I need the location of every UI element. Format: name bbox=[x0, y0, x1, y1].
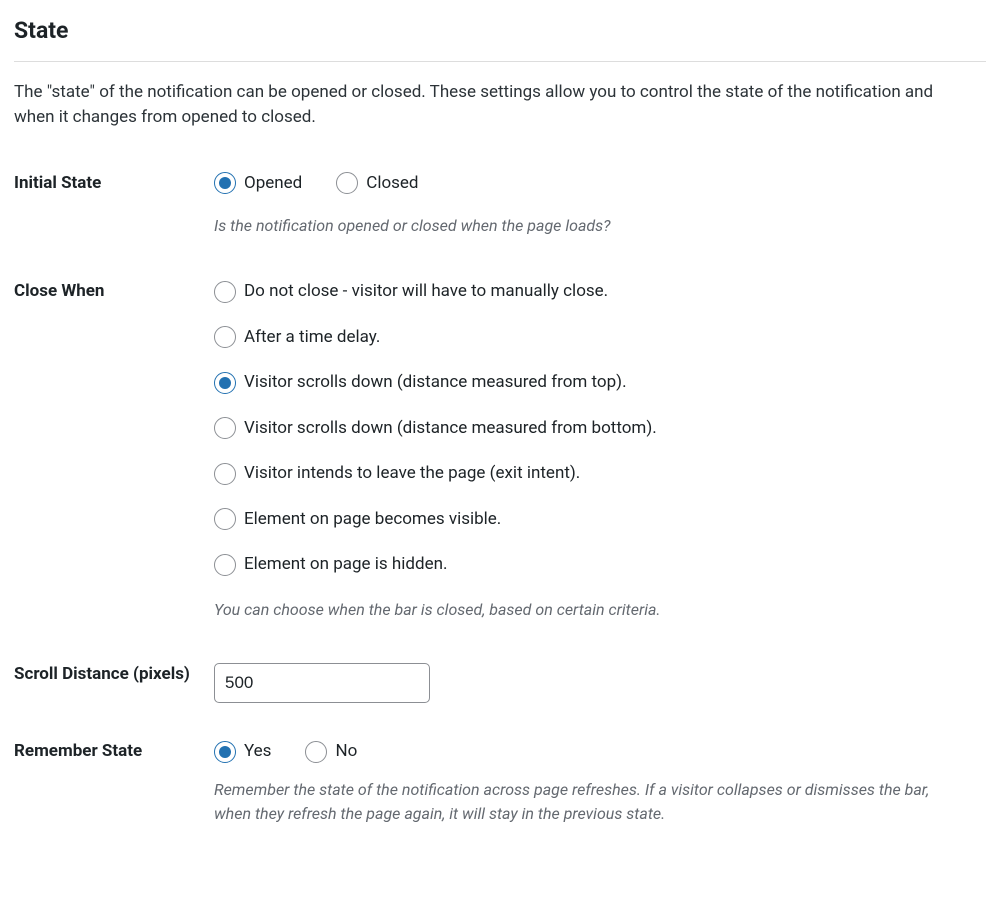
field-remember-state: Remember State Yes No Remember the state… bbox=[14, 739, 986, 825]
radio-close-scroll-top[interactable]: Visitor scrolls down (distance measured … bbox=[214, 370, 986, 396]
radio-icon bbox=[214, 326, 236, 348]
radio-label: Element on page is hidden. bbox=[244, 552, 447, 578]
field-initial-state: Initial State Opened Closed Is the notif… bbox=[14, 171, 986, 238]
radio-icon bbox=[214, 372, 236, 394]
initial-state-label: Initial State bbox=[14, 171, 214, 197]
remember-state-label: Remember State bbox=[14, 739, 214, 765]
radio-label: Visitor scrolls down (distance measured … bbox=[244, 370, 627, 396]
initial-state-helper: Is the notification opened or closed whe… bbox=[214, 214, 954, 237]
radio-icon bbox=[214, 741, 236, 763]
radio-label: Closed bbox=[366, 171, 418, 197]
section-heading: State bbox=[14, 14, 986, 62]
remember-state-helper: Remember the state of the notification a… bbox=[214, 778, 954, 824]
close-when-helper: You can choose when the bar is closed, b… bbox=[214, 598, 954, 621]
radio-icon bbox=[214, 417, 236, 439]
radio-icon bbox=[214, 172, 236, 194]
radio-icon bbox=[214, 463, 236, 485]
radio-close-scroll-bottom[interactable]: Visitor scrolls down (distance measured … bbox=[214, 416, 986, 442]
field-scroll-distance: Scroll Distance (pixels) bbox=[14, 663, 986, 703]
field-close-when: Close When Do not close - visitor will h… bbox=[14, 279, 986, 621]
radio-icon bbox=[214, 281, 236, 303]
radio-remember-yes[interactable]: Yes bbox=[214, 739, 271, 765]
radio-close-exit-intent[interactable]: Visitor intends to leave the page (exit … bbox=[214, 461, 986, 487]
radio-initial-opened[interactable]: Opened bbox=[214, 171, 302, 197]
scroll-distance-label: Scroll Distance (pixels) bbox=[14, 663, 214, 687]
radio-icon bbox=[305, 741, 327, 763]
radio-label: Yes bbox=[244, 739, 271, 765]
radio-icon bbox=[336, 172, 358, 194]
radio-icon bbox=[214, 508, 236, 530]
radio-icon bbox=[214, 554, 236, 576]
radio-close-element-visible[interactable]: Element on page becomes visible. bbox=[214, 507, 986, 533]
radio-initial-closed[interactable]: Closed bbox=[336, 171, 418, 197]
scroll-distance-input[interactable] bbox=[214, 663, 430, 703]
radio-label: Do not close - visitor will have to manu… bbox=[244, 279, 608, 305]
radio-close-delay[interactable]: After a time delay. bbox=[214, 325, 986, 351]
radio-label: After a time delay. bbox=[244, 325, 380, 351]
radio-label: Visitor scrolls down (distance measured … bbox=[244, 416, 657, 442]
radio-label: Opened bbox=[244, 171, 302, 197]
close-when-label: Close When bbox=[14, 279, 214, 305]
radio-label: Visitor intends to leave the page (exit … bbox=[244, 461, 580, 487]
radio-label: Element on page becomes visible. bbox=[244, 507, 501, 533]
radio-remember-no[interactable]: No bbox=[305, 739, 357, 765]
radio-close-element-hidden[interactable]: Element on page is hidden. bbox=[214, 552, 986, 578]
radio-close-manual[interactable]: Do not close - visitor will have to manu… bbox=[214, 279, 986, 305]
radio-label: No bbox=[335, 739, 357, 765]
section-description: The "state" of the notification can be o… bbox=[14, 80, 974, 131]
